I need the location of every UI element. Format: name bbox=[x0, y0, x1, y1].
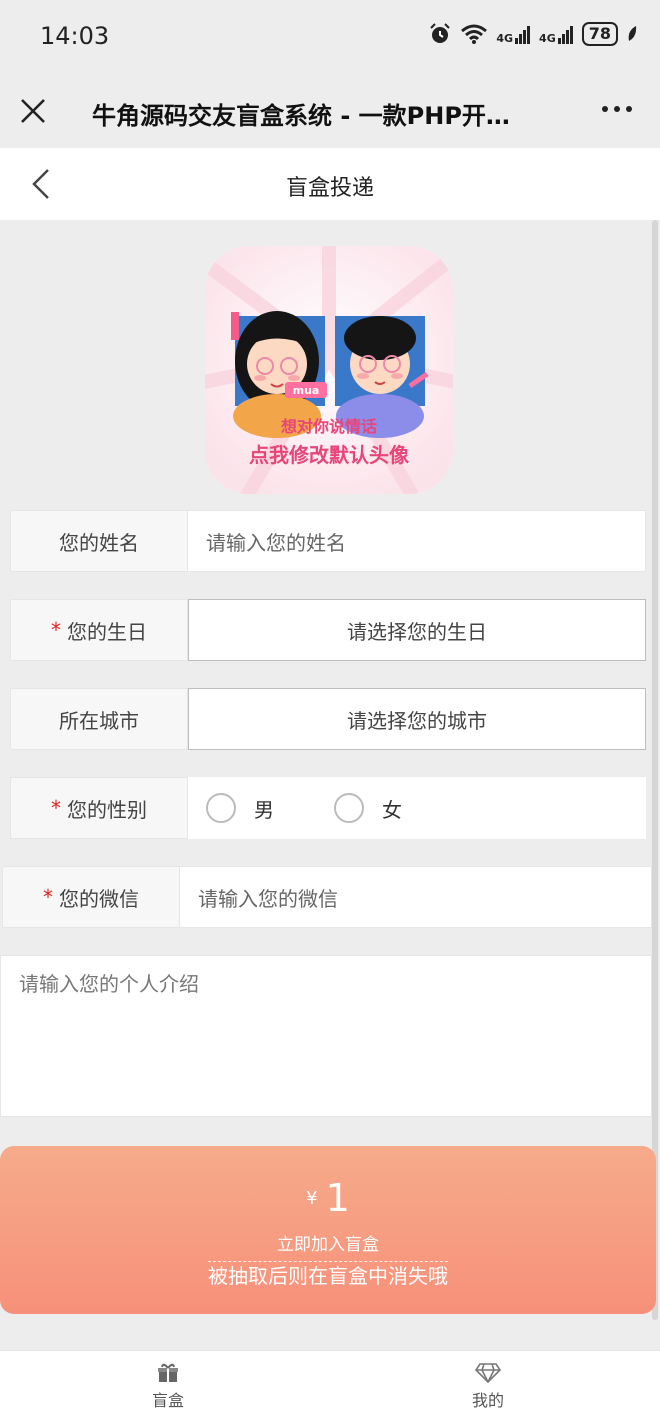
page-title: 牛角源码交友盲盒系统 - 一款PHP开… bbox=[92, 102, 510, 130]
signal-bars-icon bbox=[557, 26, 573, 44]
required-mark: * bbox=[43, 885, 53, 909]
button-note-text: 被抽取后则在盲盒中消失哦 bbox=[208, 1261, 448, 1288]
button-label: 立即加入盲盒 bbox=[277, 1235, 379, 1255]
required-mark: * bbox=[51, 796, 61, 820]
name-placeholder: 请输入您的姓名 bbox=[206, 530, 346, 555]
currency-symbol: ¥ bbox=[306, 1187, 318, 1209]
name-label-text: 您的姓名 bbox=[59, 530, 139, 555]
signal-2: 4G bbox=[539, 24, 574, 44]
network-type-label: 4G bbox=[539, 32, 556, 45]
avatar-caption-1: 想对你说情话 bbox=[280, 417, 377, 436]
birthday-row: * 您的生日 请选择您的生日 bbox=[10, 599, 646, 661]
avatar-tag: mua bbox=[293, 384, 320, 397]
gender-label-text: 您的性别 bbox=[67, 797, 147, 822]
main-content: mua 想对你说情话 点我修改默认头像 您的姓名 请输入您的姓名 * 您的生日 请… bbox=[0, 220, 660, 1350]
tab-mine-label: 我的 bbox=[471, 1391, 504, 1410]
gender-male-label: 男 bbox=[254, 797, 274, 822]
wechat-label: * 您的微信 bbox=[2, 866, 180, 928]
diamond-icon bbox=[475, 1363, 501, 1383]
wechat-row: * 您的微信 请输入您的微信 bbox=[2, 866, 652, 928]
browser-title-bar: 牛角源码交友盲盒系统 - 一款PHP开… bbox=[0, 76, 660, 148]
wechat-placeholder: 请输入您的微信 bbox=[198, 886, 338, 911]
tab-bar: 盲盒 我的 bbox=[0, 1350, 660, 1422]
avatar-illustration: mua 想对你说情话 点我修改默认头像 bbox=[205, 246, 453, 494]
wechat-input[interactable]: 请输入您的微信 bbox=[180, 866, 652, 928]
radio-button[interactable] bbox=[206, 793, 236, 823]
nav-title: 盲盒投递 bbox=[285, 176, 374, 201]
gender-row: * 您的性别 男 女 bbox=[10, 777, 646, 839]
tab-blindbox-label: 盲盒 bbox=[151, 1391, 184, 1410]
intro-placeholder: 请输入您的个人介绍 bbox=[19, 972, 199, 996]
more-icon[interactable] bbox=[602, 106, 632, 112]
gender-female-label: 女 bbox=[382, 797, 402, 822]
gender-radio-group: 男 女 bbox=[188, 777, 646, 839]
avatar-caption-2: 点我修改默认头像 bbox=[249, 443, 410, 467]
join-blindbox-button[interactable]: ¥1 立即加入盲盒 被抽取后则在盲盒中消失哦 bbox=[0, 1146, 656, 1314]
city-placeholder: 请选择您的城市 bbox=[347, 708, 487, 733]
status-icons: 4G 4G 78 bbox=[428, 22, 638, 46]
tab-blindbox[interactable]: 盲盒 bbox=[108, 1363, 228, 1411]
battery-indicator: 78 bbox=[581, 22, 618, 46]
gender-option-male[interactable]: 男 bbox=[206, 793, 274, 823]
city-row: 所在城市 请选择您的城市 bbox=[10, 688, 646, 750]
birthday-label-text: 您的生日 bbox=[67, 619, 147, 644]
status-time: 14:03 bbox=[40, 22, 110, 50]
price: ¥1 bbox=[0, 1176, 656, 1220]
name-input[interactable]: 请输入您的姓名 bbox=[188, 510, 646, 572]
gender-label: * 您的性别 bbox=[10, 777, 188, 839]
name-row: 您的姓名 请输入您的姓名 bbox=[10, 510, 646, 572]
intro-textarea[interactable]: 请输入您的个人介绍 bbox=[0, 955, 652, 1117]
wechat-label-text: 您的微信 bbox=[59, 886, 139, 911]
nav-bar: 盲盒投递 bbox=[0, 148, 660, 220]
required-mark: * bbox=[51, 618, 61, 642]
close-icon[interactable] bbox=[20, 98, 46, 124]
network-type-label: 4G bbox=[496, 32, 514, 45]
gender-option-female[interactable]: 女 bbox=[334, 793, 402, 823]
status-bar: 14:03 4G 4G 78 bbox=[0, 0, 660, 76]
city-label-text: 所在城市 bbox=[59, 708, 139, 733]
birthday-placeholder: 请选择您的生日 bbox=[347, 619, 487, 644]
wifi-icon bbox=[461, 24, 488, 44]
gift-icon bbox=[158, 1363, 178, 1382]
birthday-label: * 您的生日 bbox=[10, 599, 188, 661]
city-label: 所在城市 bbox=[10, 688, 188, 750]
button-note: 被抽取后则在盲盒中消失哦 bbox=[0, 1260, 656, 1289]
leaf-icon bbox=[628, 26, 637, 41]
avatar-image[interactable]: mua 想对你说情话 点我修改默认头像 bbox=[205, 246, 453, 494]
city-picker[interactable]: 请选择您的城市 bbox=[188, 688, 646, 750]
alarm-icon bbox=[430, 23, 451, 43]
signal-bars-icon bbox=[515, 26, 531, 44]
name-label: 您的姓名 bbox=[10, 510, 188, 572]
tab-mine[interactable]: 我的 bbox=[428, 1363, 548, 1411]
radio-button[interactable] bbox=[334, 793, 364, 823]
birthday-picker[interactable]: 请选择您的生日 bbox=[188, 599, 646, 661]
signal-1: 4G bbox=[496, 24, 531, 44]
price-amount: 1 bbox=[325, 1176, 350, 1220]
